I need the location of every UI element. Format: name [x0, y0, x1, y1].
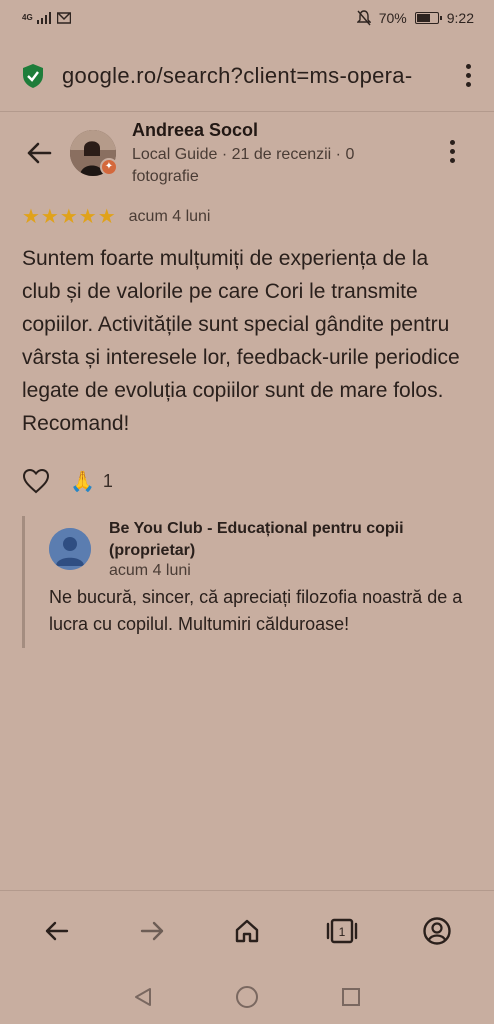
- shield-check-icon: [23, 63, 43, 88]
- review-text: Suntem foarte mulțumiți de experiența de…: [22, 247, 460, 435]
- forward-button[interactable]: [128, 907, 176, 955]
- home-button[interactable]: [223, 907, 271, 955]
- reviewer-meta: Local Guide · 21 de recenzii · 0 fotogra…: [132, 146, 355, 185]
- back-button[interactable]: [33, 907, 81, 955]
- reviewer-name[interactable]: Andreea Socol: [132, 120, 258, 141]
- signal-icon: [36, 12, 51, 24]
- status-left: 4G: [22, 12, 71, 24]
- circle-home-icon: [236, 986, 258, 1008]
- mail-notification-icon: [56, 12, 71, 24]
- reactions-row: 🙏 1: [22, 468, 113, 494]
- mute-bell-icon: [356, 10, 371, 26]
- reaction-emoji[interactable]: 🙏: [70, 469, 95, 494]
- owner-reply: Be You Club - Educațional pentru copii (…: [22, 516, 472, 648]
- rating-row: ★★★★★ acum 4 luni: [22, 204, 210, 229]
- owner-avatar: [49, 528, 91, 570]
- account-circle-icon: [422, 916, 451, 945]
- back-icon: [46, 921, 69, 940]
- reaction-count: 1: [102, 470, 113, 491]
- status-right: 70% 9:22: [356, 10, 474, 26]
- star-rating: ★★★★★: [22, 206, 117, 228]
- review-more-options-icon[interactable]: [450, 140, 455, 163]
- owner-name: Be You Club - Educațional pentru copii (…: [109, 520, 404, 559]
- tabs-icon: 1: [326, 918, 357, 943]
- owner-reply-text: Ne bucură, sincer, că apreciați filozofi…: [49, 587, 463, 634]
- system-home-button[interactable]: [233, 983, 261, 1011]
- system-back-button[interactable]: [129, 983, 157, 1011]
- clock: 9:22: [446, 10, 474, 26]
- network-type: 4G: [22, 13, 33, 22]
- local-guide-badge-icon: ✦: [100, 158, 118, 176]
- owner-reply-time: acum 4 luni: [109, 562, 191, 579]
- square-recents-icon: [342, 988, 360, 1006]
- person-icon: [49, 528, 91, 570]
- tab-count: 1: [338, 925, 345, 939]
- status-bar: 4G 70% 9:22: [0, 0, 494, 36]
- review-time: acum 4 luni: [128, 207, 211, 225]
- tabs-button[interactable]: 1: [318, 907, 366, 955]
- account-button[interactable]: [413, 907, 461, 955]
- battery-icon: [414, 12, 442, 24]
- url-text[interactable]: google.ro/search?client=ms-opera-: [62, 63, 430, 89]
- browser-toolbar: 1: [0, 890, 494, 970]
- back-arrow-icon[interactable]: [24, 138, 54, 168]
- home-icon: [235, 919, 259, 942]
- browser-menu-icon[interactable]: [462, 64, 474, 87]
- system-navigation: [0, 970, 494, 1024]
- address-bar[interactable]: google.ro/search?client=ms-opera-: [0, 40, 494, 112]
- system-recents-button[interactable]: [337, 983, 365, 1011]
- review-header: ✦ Andreea Socol Local Guide · 21 de rece…: [0, 116, 494, 188]
- battery-percent: 70%: [378, 10, 407, 26]
- triangle-back-icon: [135, 988, 151, 1006]
- heart-icon[interactable]: [22, 468, 50, 494]
- forward-icon: [140, 921, 164, 940]
